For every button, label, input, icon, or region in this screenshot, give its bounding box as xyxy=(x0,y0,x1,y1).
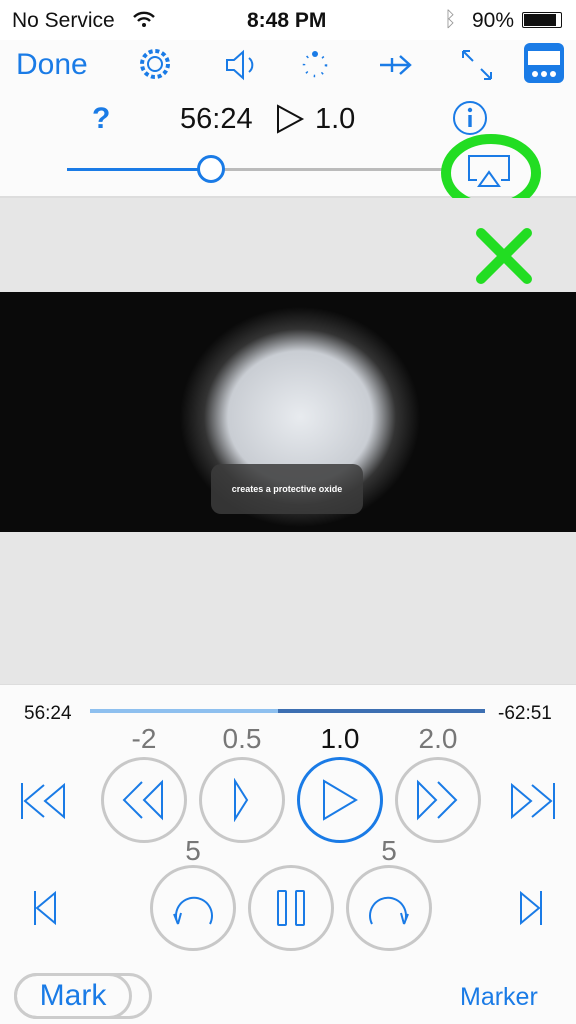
skip-forward-seconds: 5 xyxy=(381,835,397,866)
volume-fill xyxy=(67,168,211,171)
wifi-icon xyxy=(133,11,155,27)
skip-back-button[interactable] xyxy=(150,865,236,951)
speed-label: 0.5 xyxy=(222,723,262,754)
annotation-x-icon xyxy=(476,228,532,284)
speed-label: 2.0 xyxy=(418,723,458,754)
rotate-forward-icon xyxy=(369,896,409,925)
previous-marker-icon[interactable] xyxy=(32,889,58,927)
speed-double-button[interactable] xyxy=(395,757,481,843)
video-frame[interactable]: creates a protective oxide xyxy=(0,292,576,532)
transport-panel: 56:24 -62:51 -2 0.5 1.0 2.0 5 5 Mark Mar… xyxy=(0,684,576,1024)
status-bar: No Service 8:48 PM ᛒ 90% xyxy=(0,0,576,40)
next-marker-icon[interactable] xyxy=(518,889,544,927)
speed-half-button[interactable] xyxy=(199,757,285,843)
done-button[interactable]: Done xyxy=(16,48,88,82)
play-icon xyxy=(323,779,358,821)
rewind-icon xyxy=(122,779,163,821)
remaining-time: -62:51 xyxy=(498,703,552,724)
subtitle: creates a protective oxide xyxy=(211,464,363,514)
speaker-icon[interactable] xyxy=(224,48,258,82)
mark-button[interactable]: Mark xyxy=(14,973,132,1019)
elapsed-time: 56:24 xyxy=(24,703,72,724)
speed-label: 1.0 xyxy=(320,723,360,754)
pause-icon xyxy=(277,890,305,926)
speed-label: -2 xyxy=(131,723,157,754)
battery-percent: 90% xyxy=(472,9,515,32)
play-button[interactable] xyxy=(297,757,383,843)
help-button[interactable]: ? xyxy=(92,102,110,136)
mark-toggle[interactable]: Mark xyxy=(14,973,152,1019)
player-layout-icon[interactable] xyxy=(523,42,565,84)
current-speed: 1.0 xyxy=(315,103,356,135)
volume-slider[interactable] xyxy=(67,155,445,183)
progress-bar[interactable] xyxy=(90,709,485,713)
carrier: No Service xyxy=(12,9,115,32)
gear-icon[interactable] xyxy=(137,46,173,82)
rotate-back-icon xyxy=(173,896,213,925)
clock: 8:48 PM xyxy=(247,9,327,32)
fast-forward-icon xyxy=(417,779,458,821)
skip-back-seconds: 5 xyxy=(185,835,201,866)
current-position: 56:24 xyxy=(180,103,253,135)
skip-to-end-icon[interactable] xyxy=(510,781,556,821)
dotted-circle-icon[interactable] xyxy=(300,50,330,80)
pause-button[interactable] xyxy=(248,865,334,951)
battery-icon xyxy=(522,12,562,28)
skip-forward-button[interactable] xyxy=(346,865,432,951)
info-icon[interactable] xyxy=(452,100,488,136)
play-indicator-icon xyxy=(277,104,305,134)
arrow-right-icon[interactable] xyxy=(378,50,414,80)
bluetooth-icon: ᛒ xyxy=(444,8,457,31)
progress-fill xyxy=(90,709,278,713)
speed-minus2-button[interactable] xyxy=(101,757,187,843)
slow-play-icon xyxy=(234,778,249,822)
marker-button[interactable]: Marker xyxy=(460,983,538,1012)
expand-icon[interactable] xyxy=(460,48,494,82)
volume-knob[interactable] xyxy=(196,155,225,183)
skip-to-start-icon[interactable] xyxy=(20,781,66,821)
